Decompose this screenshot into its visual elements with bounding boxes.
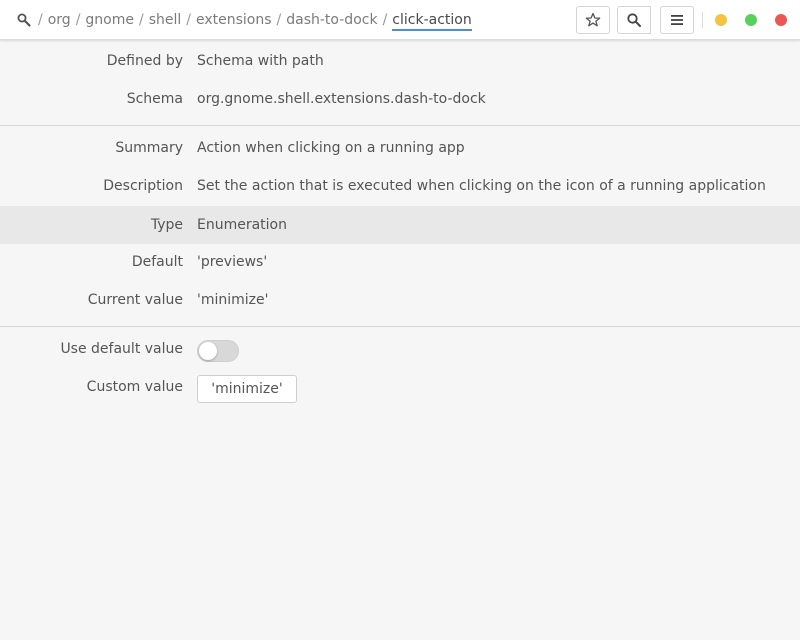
row-custom-value: Custom value: [0, 368, 800, 406]
row-defined-by: Defined by Schema with path: [0, 42, 800, 80]
default-label: Default: [131, 254, 183, 270]
breadcrumb: / org / gnome / shell / extensions / das…: [38, 10, 477, 31]
default-value: 'previews': [197, 254, 268, 270]
row-current-value: Current value 'minimize': [0, 281, 800, 319]
breadcrumb-separator: /: [138, 12, 144, 28]
key-search-icon[interactable]: [16, 11, 34, 29]
row-schema: Schema org.gnome.shell.extensions.dash-t…: [0, 80, 800, 118]
defined-by-value: Schema with path: [197, 53, 324, 69]
hamburger-menu-icon: [671, 15, 683, 25]
row-use-default: Use default value: [0, 330, 800, 368]
minimize-button[interactable]: [715, 14, 727, 26]
current-value-value: 'minimize': [197, 292, 269, 308]
toggle-knob: [199, 342, 217, 360]
row-summary: Summary Action when clicking on a runnin…: [0, 129, 800, 167]
schema-label: Schema: [126, 91, 183, 107]
menu-button[interactable]: [660, 6, 694, 34]
summary-label: Summary: [115, 140, 183, 156]
breadcrumb-item-extensions[interactable]: extensions: [196, 12, 272, 28]
type-value: Enumeration: [197, 217, 287, 233]
type-label: Type: [150, 217, 183, 233]
breadcrumb-separator: /: [38, 12, 43, 28]
schema-value: org.gnome.shell.extensions.dash-to-dock: [197, 91, 486, 107]
breadcrumb-item-gnome[interactable]: gnome: [85, 12, 134, 28]
bookmark-button[interactable]: [576, 6, 610, 34]
use-default-label: Use default value: [60, 341, 183, 357]
custom-value-label: Custom value: [86, 379, 183, 395]
star-icon: [585, 12, 601, 27]
header-separator: [702, 12, 703, 28]
breadcrumb-separator: /: [186, 12, 191, 28]
row-description: Description Set the action that is execu…: [0, 167, 800, 205]
row-type: Type Enumeration: [0, 206, 800, 244]
divider: [0, 326, 800, 327]
search-icon: [627, 13, 641, 27]
breadcrumb-item-shell[interactable]: shell: [149, 12, 182, 28]
breadcrumb-separator: /: [75, 12, 81, 28]
breadcrumb-item-org[interactable]: org: [48, 12, 71, 28]
maximize-button[interactable]: [745, 14, 757, 26]
row-default: Default 'previews': [0, 243, 800, 281]
current-value-label: Current value: [87, 292, 183, 308]
summary-value: Action when clicking on a running app: [197, 140, 465, 156]
divider: [0, 125, 800, 126]
description-value: Set the action that is executed when cli…: [197, 178, 766, 194]
breadcrumb-separator: /: [382, 12, 388, 28]
breadcrumb-item-current[interactable]: click-action: [392, 12, 472, 31]
custom-value-field[interactable]: 'minimize': [197, 375, 297, 403]
search-button[interactable]: [617, 6, 651, 34]
header-bar: / org / gnome / shell / extensions / das…: [0, 0, 800, 40]
breadcrumb-separator: /: [276, 12, 282, 28]
use-default-toggle[interactable]: [197, 340, 239, 362]
defined-by-label: Defined by: [106, 53, 183, 69]
close-button[interactable]: [775, 14, 787, 26]
description-label: Description: [103, 178, 183, 194]
breadcrumb-item-dash-to-dock[interactable]: dash-to-dock: [286, 12, 377, 28]
